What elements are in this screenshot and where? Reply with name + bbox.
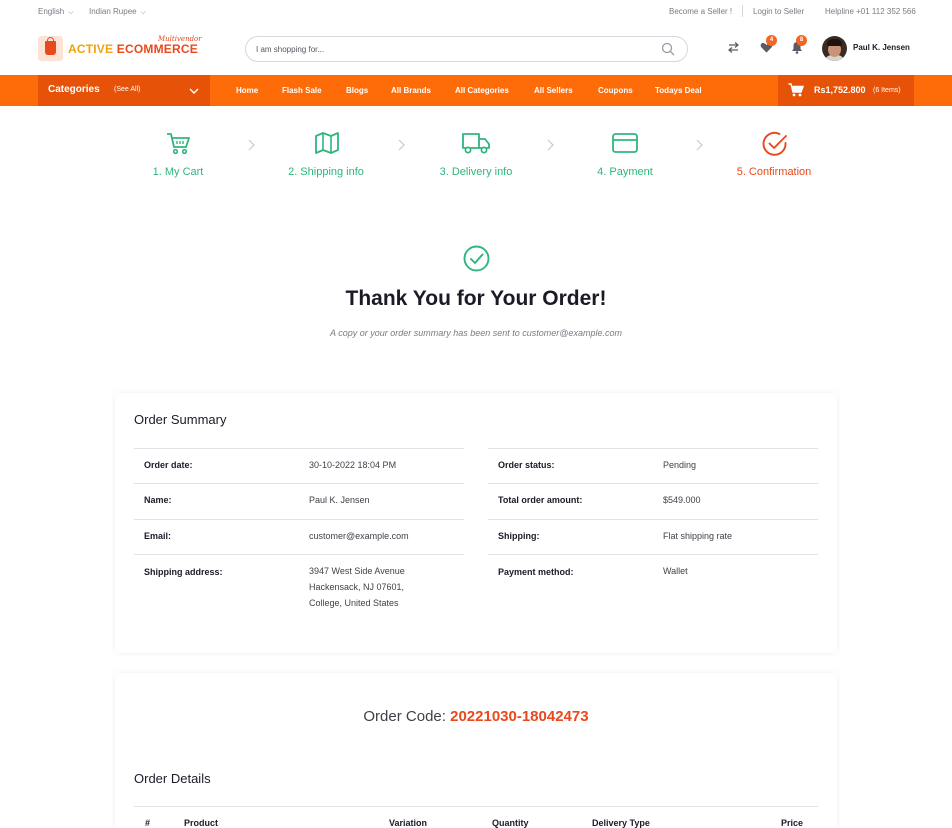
cart-icon [788, 83, 804, 102]
chevron-down-icon [188, 84, 200, 102]
chevron-down-icon: ⌵ [66, 9, 74, 16]
user-name[interactable]: Paul K. Jensen [853, 43, 910, 52]
shipping-address-line-3: College, United States [309, 598, 399, 608]
cart-button[interactable]: Rs1,752.800 (6 Items) [778, 75, 914, 106]
truck-icon [461, 130, 491, 161]
cart-icon [165, 130, 191, 161]
search-icon[interactable] [661, 42, 675, 61]
order-details-card [115, 673, 837, 828]
thank-you-subtitle: A copy or your order summary has been se… [330, 328, 622, 338]
categories-dropdown[interactable]: Categories (See All) [38, 75, 210, 106]
payment-method-label: Payment method: [498, 567, 574, 577]
order-status-value: Pending [663, 460, 697, 470]
avatar[interactable] [822, 36, 847, 61]
check-circle-icon [761, 130, 789, 163]
shipping-address-line-2: Hackensack, NJ 07601, [309, 582, 405, 592]
email-value: customer@example.com [309, 531, 409, 541]
payment-method-value: Wallet [663, 566, 688, 576]
total-amount-value: $549.000 [663, 495, 701, 505]
cart-item-count: (6 Items) [873, 87, 901, 94]
compare-icon[interactable] [727, 41, 740, 59]
logo-text: ACTIVE ECOMMERCE [68, 42, 198, 56]
order-summary-title: Order Summary [134, 412, 227, 427]
nav-link-home[interactable]: Home [236, 86, 258, 95]
nav-link-todays-deal[interactable]: Todays Deal [655, 86, 702, 95]
chevron-right-icon [545, 138, 555, 156]
nav-link-flash-sale[interactable]: Flash Sale [282, 86, 322, 95]
nav-link-coupons[interactable]: Coupons [598, 86, 633, 95]
chevron-down-icon: ⌵ [138, 9, 146, 16]
see-all-label: (See All) [114, 86, 141, 93]
table-header-product: Product [184, 818, 219, 828]
shipping-address-label: Shipping address: [144, 567, 223, 577]
step-label-delivery-info[interactable]: 3. Delivery info [421, 166, 531, 178]
helpline-text: Helpline +01 112 352 566 [825, 7, 916, 16]
table-header-delivery-type: Delivery Type [592, 818, 650, 828]
become-seller-link[interactable]: Become a Seller ! [669, 7, 732, 16]
table-header-number: # [145, 818, 151, 828]
order-date-value: 30-10-2022 18:04 PM [309, 460, 397, 470]
order-status-label: Order status: [498, 460, 555, 470]
summary-row-name [134, 483, 464, 518]
summary-row-email [134, 519, 464, 554]
step-label-shipping-info[interactable]: 2. Shipping info [271, 166, 381, 178]
table-header-variation: Variation [389, 818, 428, 828]
name-label: Name: [144, 495, 172, 505]
name-value: Paul K. Jensen [309, 495, 370, 505]
notification-count-badge: 8 [796, 35, 807, 46]
order-date-label: Order date: [144, 460, 193, 470]
chevron-right-icon [246, 138, 256, 156]
order-code: Order Code: 20221030-18042473 [0, 708, 952, 725]
step-label-confirmation[interactable]: 5. Confirmation [719, 166, 829, 178]
top-bar: English ⌵ Indian Rupee ⌵ Become a Seller… [0, 0, 952, 24]
table-divider [134, 806, 818, 807]
shopping-bag-icon [45, 37, 56, 55]
logo-tagline: Multivendor [158, 35, 202, 43]
shipping-value: Flat shipping rate [663, 531, 733, 541]
categories-label: Categories [48, 84, 100, 95]
credit-card-icon [611, 130, 639, 161]
divider [742, 5, 743, 17]
thank-you-title: Thank You for Your Order! [345, 287, 607, 310]
chevron-right-icon [396, 138, 406, 156]
search-input[interactable] [256, 41, 636, 57]
wishlist-count-badge: 4 [766, 35, 777, 46]
shipping-label: Shipping: [498, 531, 540, 541]
step-label-cart[interactable]: 1. My Cart [123, 166, 233, 178]
nav-link-all-categories[interactable]: All Categories [455, 86, 509, 95]
total-amount-label: Total order amount: [498, 495, 583, 505]
email-label: Email: [144, 531, 172, 541]
search-bar [245, 36, 688, 62]
chevron-right-icon [694, 138, 704, 156]
nav-link-blogs[interactable]: Blogs [346, 86, 368, 95]
nav-link-all-brands[interactable]: All Brands [391, 86, 431, 95]
login-seller-link[interactable]: Login to Seller [753, 7, 804, 16]
order-code-value: 20221030-18042473 [450, 708, 589, 725]
step-label-payment[interactable]: 4. Payment [570, 166, 680, 178]
order-details-title: Order Details [134, 771, 211, 786]
language-selector[interactable]: English ⌵ [38, 7, 74, 17]
success-check-icon [463, 245, 490, 277]
table-header-quantity: Quantity [492, 818, 529, 828]
table-header-price: Price [781, 818, 804, 828]
nav-link-all-sellers[interactable]: All Sellers [534, 86, 573, 95]
map-icon [314, 130, 340, 161]
shipping-address-line-1: 3947 West Side Avenue [309, 566, 405, 576]
currency-selector[interactable]: Indian Rupee ⌵ [89, 7, 146, 17]
cart-amount: Rs1,752.800 [814, 85, 866, 95]
order-code-label: Order Code: [363, 708, 446, 725]
avatar-hair [827, 39, 842, 46]
